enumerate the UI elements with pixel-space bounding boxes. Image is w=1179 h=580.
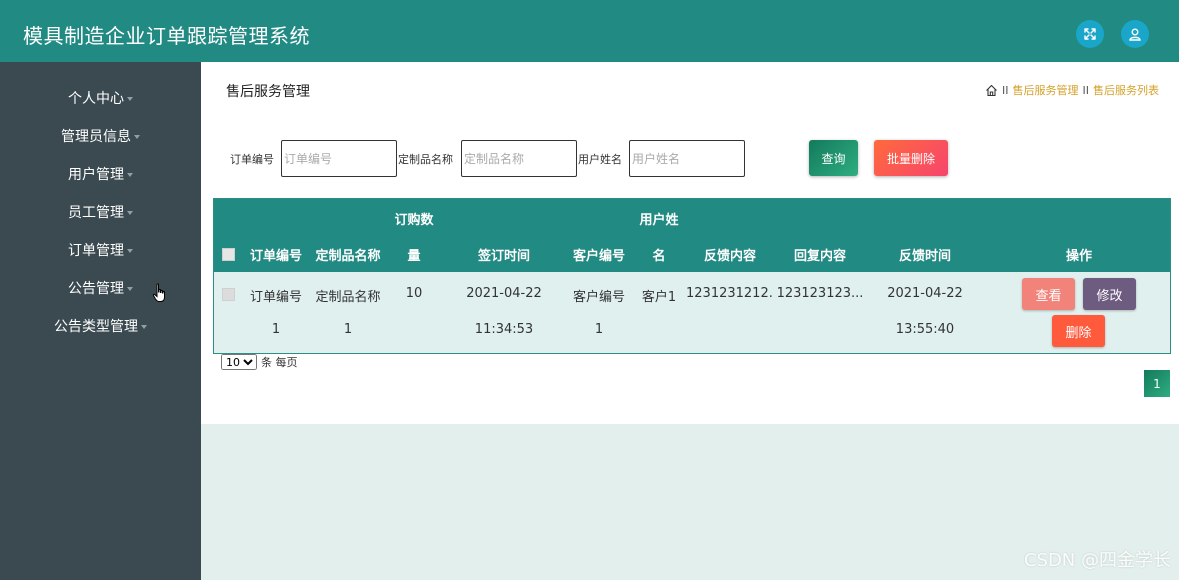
caret-down-icon xyxy=(127,173,133,177)
sidebar: 个人中心 管理员信息 用户管理 员工管理 订单管理 公告管理 公告类型管理 xyxy=(0,62,201,580)
delete-button[interactable]: 删除 xyxy=(1052,315,1105,347)
breadcrumb-separator: II xyxy=(1082,83,1090,97)
page-size-control: 10 条 每页 xyxy=(221,354,298,370)
breadcrumb-aftersales-management[interactable]: 售后服务管理 xyxy=(1013,82,1079,98)
sidebar-item-label: 公告类型管理 xyxy=(54,319,138,335)
cell-feedback: 1231231212... xyxy=(686,286,774,301)
sidebar-item-notice-management[interactable]: 公告管理 xyxy=(0,269,201,307)
caret-down-icon xyxy=(134,135,140,139)
caret-down-icon xyxy=(141,325,147,329)
sidebar-item-user-management[interactable]: 用户管理 xyxy=(0,155,201,193)
sidebar-item-label: 公告管理 xyxy=(68,281,124,297)
header-sign-time: 签订时间 xyxy=(477,249,530,264)
order-no-input[interactable] xyxy=(281,140,397,177)
edit-button[interactable]: 修改 xyxy=(1083,278,1136,310)
watermark: CSDN @四金学长 xyxy=(1023,550,1171,571)
cell-customer-no: 客户编号 xyxy=(572,290,625,305)
breadcrumb-separator: II xyxy=(1002,83,1009,97)
batch-delete-button[interactable]: 批量删除 xyxy=(874,140,948,176)
cell-feedback-time: 13:55:40 xyxy=(895,322,955,337)
cell-sign-time: 11:34:53 xyxy=(474,322,534,337)
search-bar: 订单编号 定制品名称 用户姓名 查询 批量删除 xyxy=(230,140,948,178)
select-all-checkbox[interactable] xyxy=(222,248,235,261)
page-title: 售后服务管理 xyxy=(226,84,310,100)
sidebar-item-label: 订单管理 xyxy=(68,243,124,259)
sidebar-item-notice-type-management[interactable]: 公告类型管理 xyxy=(0,307,201,345)
cell-feedback-date: 2021-04-22 xyxy=(887,286,963,301)
sidebar-item-label: 管理员信息 xyxy=(61,129,131,145)
header-reply: 回复内容 xyxy=(793,249,846,264)
sidebar-item-admin-info[interactable]: 管理员信息 xyxy=(0,117,201,155)
page-button-current[interactable]: 1 xyxy=(1144,370,1170,397)
cell-reply: 123123123... xyxy=(776,286,864,301)
cell-product-name: 定制品名称 xyxy=(315,290,381,305)
top-header: 模具制造企业订单跟踪管理系统 xyxy=(0,0,1179,62)
query-button[interactable]: 查询 xyxy=(809,140,858,176)
table-row: 订单编号 1 定制品名称 1 10 2021-04-22 11:34:53 客户… xyxy=(214,272,1170,353)
row-checkbox[interactable] xyxy=(222,288,235,301)
user-button[interactable] xyxy=(1121,20,1149,48)
header-product-name: 定制品名称 xyxy=(315,249,381,264)
cell-username: 客户1 xyxy=(641,290,677,305)
app-title: 模具制造企业订单跟踪管理系统 xyxy=(23,24,310,48)
caret-down-icon xyxy=(127,211,133,215)
aftersales-table: 订单编号 定制品名称 订购数 量 签订时间 客户编号 用户姓 名 反馈内容 回复… xyxy=(213,198,1171,354)
header-username-line1: 用户姓 xyxy=(639,213,679,228)
cell-order-no-line2: 1 xyxy=(271,322,281,337)
view-button[interactable]: 查看 xyxy=(1022,278,1075,310)
user-name-input[interactable] xyxy=(629,140,745,177)
header-order-no: 订单编号 xyxy=(249,249,302,264)
header-feedback-time: 反馈时间 xyxy=(898,249,951,264)
header-quantity-line1: 订购数 xyxy=(394,213,434,228)
header-quantity-line2: 量 xyxy=(407,249,421,264)
sidebar-item-personal-center[interactable]: 个人中心 xyxy=(0,79,201,117)
product-name-input[interactable] xyxy=(461,140,577,177)
user-icon xyxy=(1129,28,1141,41)
sidebar-item-label: 个人中心 xyxy=(68,91,124,107)
cell-product-name-line2: 1 xyxy=(343,322,353,337)
fullscreen-button[interactable] xyxy=(1076,20,1104,48)
cell-order-no: 订单编号 xyxy=(249,290,302,305)
caret-down-icon xyxy=(127,97,133,101)
main-content: 售后服务管理 II 售后服务管理 II 售后服务列表 订单编号 定制品名称 用户… xyxy=(201,62,1179,424)
table-header: 订单编号 定制品名称 订购数 量 签订时间 客户编号 用户姓 名 反馈内容 回复… xyxy=(214,199,1170,272)
home-icon[interactable] xyxy=(985,84,998,97)
hand-cursor-icon xyxy=(152,283,165,302)
sidebar-item-staff-management[interactable]: 员工管理 xyxy=(0,193,201,231)
cell-sign-date: 2021-04-22 xyxy=(466,286,542,301)
sidebar-item-label: 用户管理 xyxy=(68,167,124,183)
page-size-suffix: 条 每页 xyxy=(261,356,298,369)
order-no-label: 订单编号 xyxy=(230,153,274,166)
product-name-label: 定制品名称 xyxy=(398,153,453,166)
header-username-line2: 名 xyxy=(652,249,666,264)
breadcrumb-aftersales-list[interactable]: 售后服务列表 xyxy=(1093,82,1159,98)
caret-down-icon xyxy=(127,287,133,291)
sidebar-item-label: 员工管理 xyxy=(68,205,124,221)
page-size-select[interactable]: 10 xyxy=(221,354,257,370)
breadcrumb: II 售后服务管理 II 售后服务列表 xyxy=(985,82,1159,98)
cell-customer-no-line2: 1 xyxy=(594,322,604,337)
user-name-label: 用户姓名 xyxy=(578,153,622,166)
fullscreen-icon xyxy=(1084,28,1096,40)
sidebar-item-order-management[interactable]: 订单管理 xyxy=(0,231,201,269)
header-feedback: 反馈内容 xyxy=(703,249,756,264)
header-actions: 操作 xyxy=(1065,249,1092,264)
cell-quantity: 10 xyxy=(405,286,423,301)
caret-down-icon xyxy=(127,249,133,253)
